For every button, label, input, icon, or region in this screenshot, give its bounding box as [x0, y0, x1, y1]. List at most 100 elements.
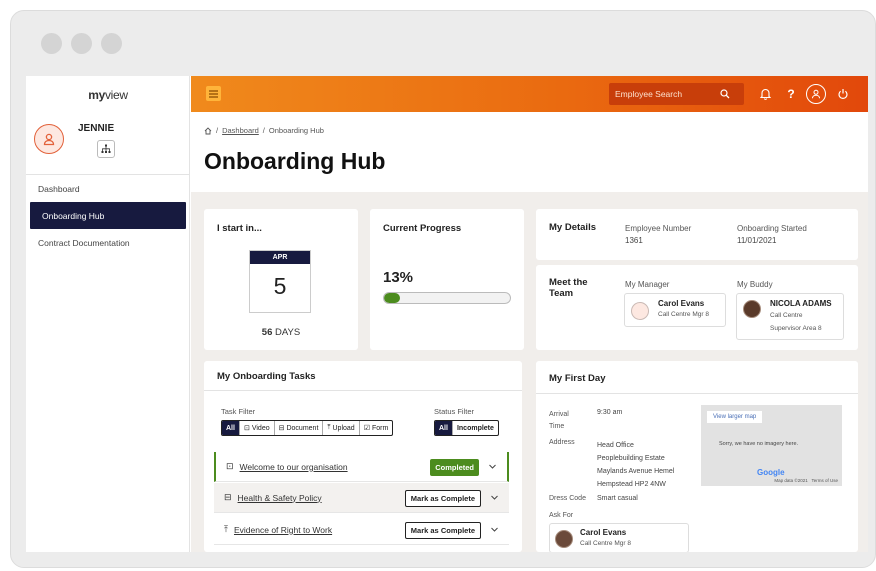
manager-role: Call Centre Mgr 8	[658, 311, 709, 318]
employee-search	[609, 83, 744, 105]
buddy-card[interactable]: NICOLA ADAMS Call Centre Supervisor Area…	[736, 293, 844, 340]
window-dot-minimize[interactable]	[71, 33, 92, 54]
divider	[204, 390, 522, 391]
map-footer: Map data ©2021 Terms of Use	[774, 478, 838, 483]
manager-card[interactable]: Carol Evans Call Centre Mgr 8	[624, 293, 726, 327]
task-name[interactable]: Evidence of Right to Work	[234, 525, 332, 535]
upload-icon: ⤒	[327, 424, 331, 431]
ask-for-contact[interactable]: Carol Evans Call Centre Mgr 8	[549, 523, 689, 552]
tasks-card-title: My Onboarding Tasks	[217, 371, 316, 382]
sidebar-item-label: Onboarding Hub	[42, 210, 105, 221]
app-screen: myview JENNIE Dashboard Onboarding Hub C…	[26, 76, 868, 552]
document-icon: ⊟	[224, 492, 232, 502]
address-label: Address	[549, 439, 575, 446]
my-details-card: My Details Employee Number 1361 Onboardi…	[536, 209, 858, 260]
status-filter-incomplete[interactable]: Incomplete	[453, 421, 498, 435]
task-filter-label: Task Filter	[221, 407, 256, 416]
status-filter-all[interactable]: All	[435, 421, 453, 435]
task-name[interactable]: Welcome to our organisation	[240, 462, 348, 472]
sidebar-item-contract-documentation[interactable]: Contract Documentation	[26, 229, 190, 256]
map-no-imagery-message: Sorry, we have no imagery here.	[719, 441, 799, 447]
power-icon	[838, 89, 848, 99]
home-icon[interactable]	[204, 126, 212, 135]
window-dot-maximize[interactable]	[101, 33, 122, 54]
progress-bar	[383, 292, 511, 304]
onboarding-started-value: 11/01/2021	[737, 236, 777, 245]
search-icon[interactable]	[720, 89, 730, 99]
task-filter-document[interactable]: ⊟ Document	[275, 421, 324, 435]
user-icon	[812, 89, 820, 99]
menu-button[interactable]	[206, 86, 221, 101]
first-day-card: My First Day Arrival Time 9:30 am Addres…	[536, 361, 858, 552]
document-icon: ⊟	[278, 425, 285, 432]
status-filter-group: All Incomplete	[434, 420, 499, 436]
contact-role: Call Centre Mgr 8	[580, 540, 631, 547]
user-name: JENNIE	[78, 123, 115, 134]
address-line: Peoplebuilding Estate	[597, 455, 665, 462]
manager-avatar	[631, 302, 649, 320]
task-filter-group: All ⊡ Video ⊟ Document ⤒ Upload ☑ Form	[221, 420, 394, 436]
help-icon[interactable]: ?	[785, 85, 797, 103]
task-filter-form[interactable]: ☑ Form	[360, 421, 393, 435]
app-logo[interactable]: myview	[26, 88, 190, 102]
progress-fill	[384, 293, 401, 303]
task-filter-upload[interactable]: ⤒ Upload	[323, 421, 360, 435]
user-avatar[interactable]	[34, 124, 64, 154]
menu-icon	[209, 89, 218, 98]
task-filter-document-label: Document	[286, 424, 319, 432]
location-map[interactable]: View larger map Sorry, we have no imager…	[701, 405, 842, 486]
employee-search-input[interactable]	[615, 89, 720, 99]
chevron-down-icon[interactable]	[490, 493, 499, 502]
bell-icon	[759, 88, 771, 100]
page-title: Onboarding Hub	[204, 148, 386, 174]
view-larger-map-link[interactable]: View larger map	[707, 411, 763, 423]
task-filter-all[interactable]: All	[222, 421, 240, 435]
task-row[interactable]: ⊟ Health & Safety Policy Mark as Complet…	[214, 483, 509, 513]
mark-as-complete-button[interactable]: Mark as Complete	[404, 490, 481, 507]
chevron-down-icon[interactable]	[488, 462, 497, 471]
map-terms-link[interactable]: Terms of Use	[811, 478, 838, 483]
user-icon	[43, 133, 55, 146]
org-chart-button[interactable]	[97, 140, 115, 158]
window-dot-close[interactable]	[41, 33, 62, 54]
page-header: / Dashboard / Onboarding Hub Onboarding …	[191, 112, 868, 192]
buddy-avatar	[743, 300, 761, 318]
sidebar-item-label: Contract Documentation	[38, 237, 130, 248]
mark-as-complete-button[interactable]: Mark as Complete	[404, 522, 481, 539]
breadcrumb-dashboard[interactable]: Dashboard	[222, 126, 259, 135]
days-label: DAYS	[275, 327, 301, 338]
team-title-line2: Team	[549, 288, 574, 299]
sidebar-item-label: Dashboard	[38, 183, 80, 194]
task-completed-badge[interactable]: Completed	[430, 459, 479, 476]
notifications-button[interactable]	[758, 85, 772, 103]
breadcrumb-separator: /	[262, 126, 265, 135]
sidebar-item-dashboard[interactable]: Dashboard	[26, 175, 190, 202]
arrival-label-line2: Time	[549, 423, 565, 430]
buddy-name: NICOLA ADAMS	[770, 299, 832, 308]
logout-button[interactable]	[836, 85, 850, 103]
manager-label: My Manager	[625, 280, 670, 289]
task-row[interactable]: ⤒ Evidence of Right to Work Mark as Comp…	[214, 515, 509, 545]
days-count: 56	[261, 327, 273, 338]
main-content: / Dashboard / Onboarding Hub Onboarding …	[191, 112, 868, 552]
map-logo-text: Google	[757, 468, 785, 477]
profile-button[interactable]	[806, 84, 826, 104]
chevron-down-icon[interactable]	[490, 525, 499, 534]
buddy-label: My Buddy	[737, 280, 773, 289]
dress-code-label: Dress Code	[549, 495, 586, 502]
sidebar-item-onboarding-hub[interactable]: Onboarding Hub	[30, 202, 186, 229]
employee-number-label: Employee Number	[625, 224, 692, 233]
arrival-time-label: Arrival Time	[549, 409, 569, 433]
manager-name: Carol Evans	[658, 299, 705, 308]
address-line: Maylands Avenue Hemel	[597, 468, 675, 475]
address-line: Head Office	[597, 442, 634, 449]
task-row[interactable]: ⊡ Welcome to our organisation Completed	[214, 452, 509, 482]
task-filter-upload-label: Upload	[332, 424, 355, 432]
task-name[interactable]: Health & Safety Policy	[238, 493, 322, 503]
task-filter-form-label: Form	[371, 424, 389, 432]
task-filter-video[interactable]: ⊡ Video	[240, 421, 275, 435]
details-card-title: My Details	[549, 222, 596, 233]
start-date-card: I start in... APR 5 56 DAYS	[204, 209, 358, 350]
team-card-title: Meet the Team	[549, 277, 588, 299]
calendar-day: 5	[273, 273, 287, 299]
